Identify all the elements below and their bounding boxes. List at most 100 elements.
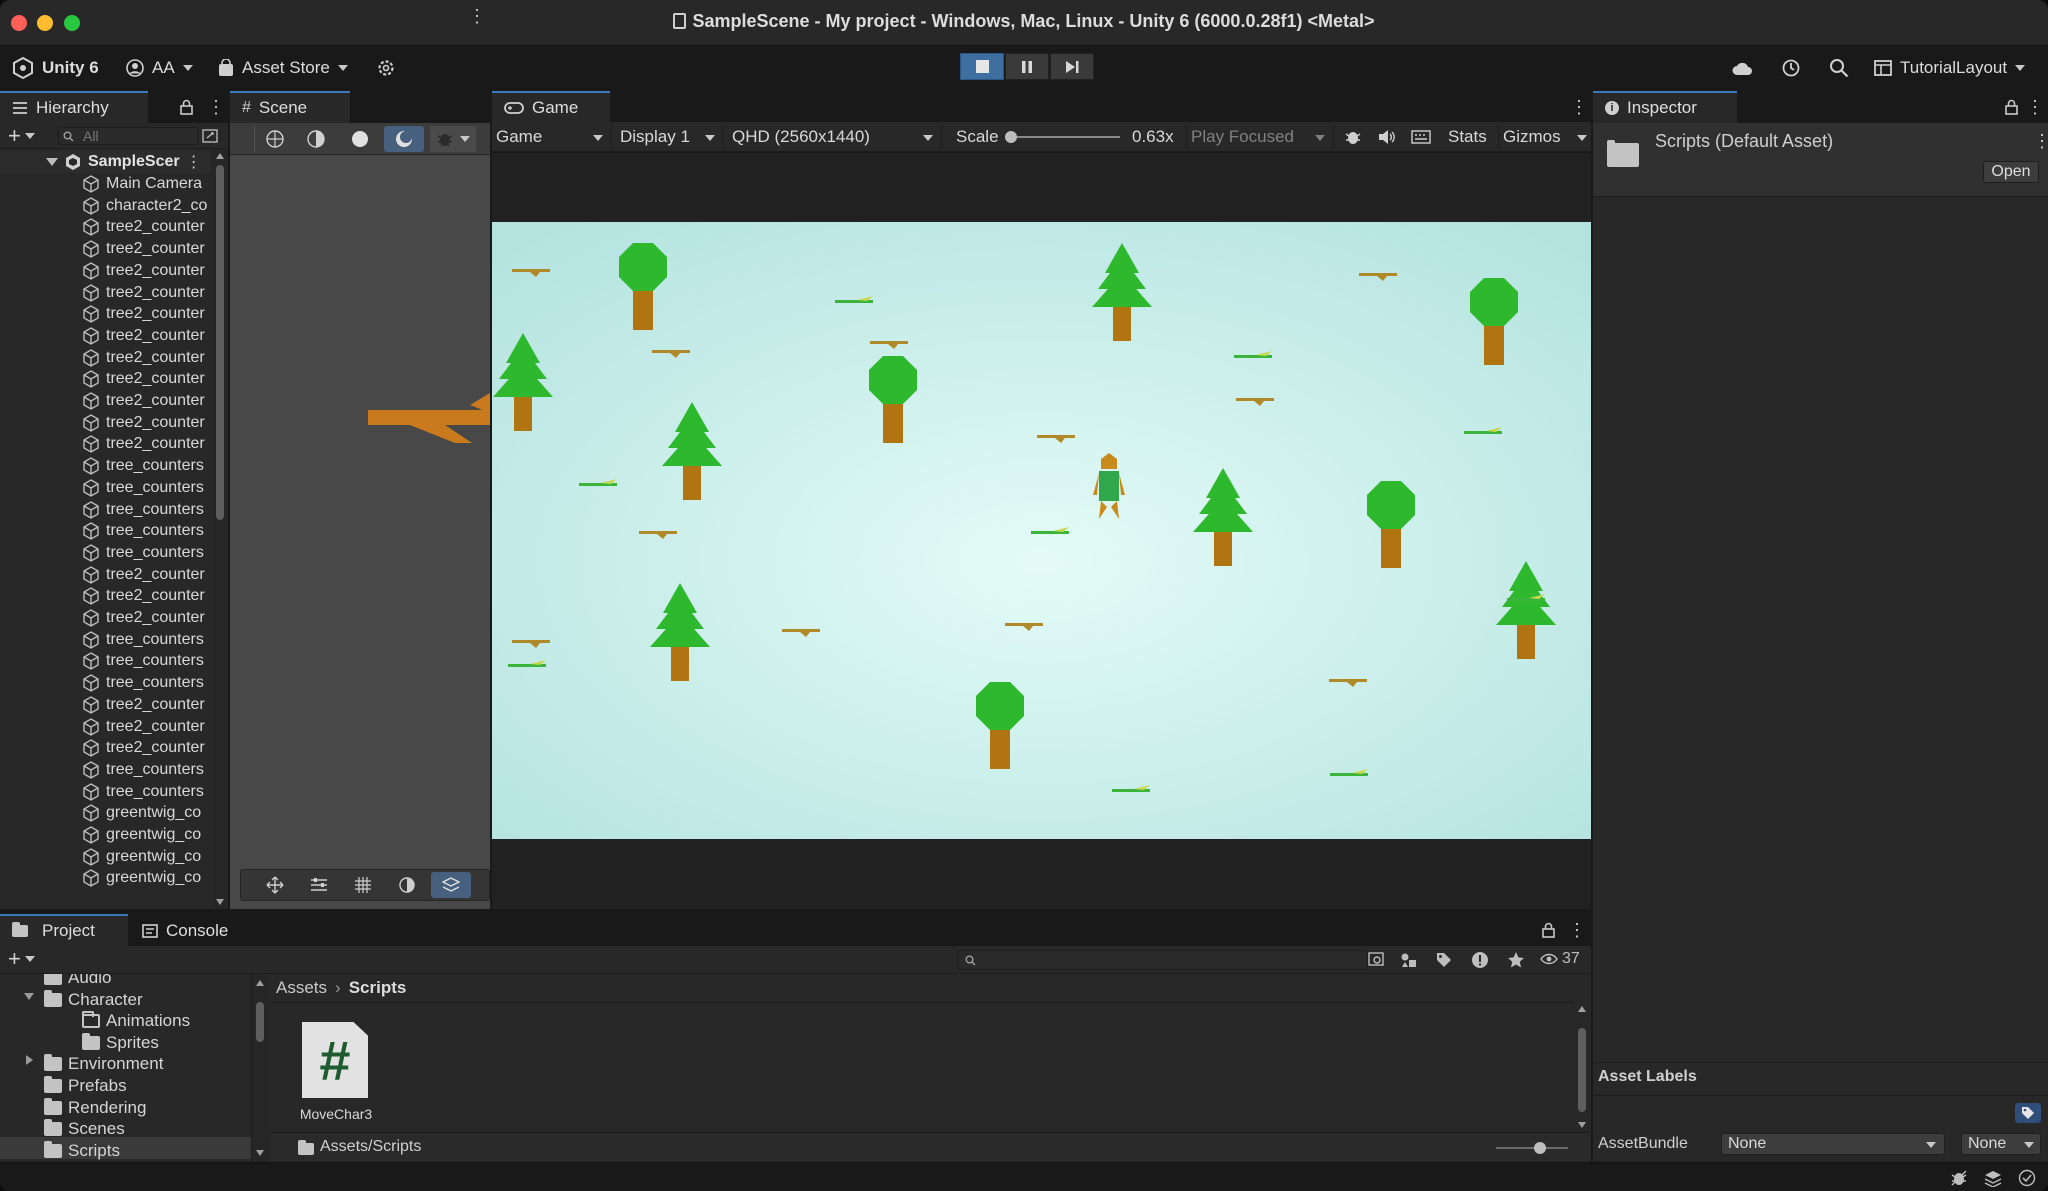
check-circle-icon[interactable] [2018, 1169, 2036, 1187]
grid-toggle[interactable] [343, 872, 383, 898]
hierarchy-item[interactable]: tree_counters [0, 520, 210, 542]
search-scope-icon[interactable] [1368, 952, 1386, 968]
play-stop-button[interactable] [960, 53, 1004, 80]
filter-by-label-icon[interactable] [1436, 952, 1452, 968]
hierarchy-scene-row[interactable]: SampleScer ⋮ [0, 151, 210, 173]
hierarchy-item[interactable]: tree2_counter [0, 694, 210, 716]
assetbundle-variant-select[interactable]: None [1961, 1133, 2041, 1155]
hierarchy-item[interactable]: tree2_counter [0, 433, 210, 455]
settings-button[interactable] [376, 54, 396, 82]
tab-inspector[interactable]: i Inspector [1593, 91, 1737, 123]
hierarchy-item[interactable]: tree2_counter [0, 260, 210, 282]
scroll-down-icon[interactable] [216, 899, 224, 905]
project-folder-item[interactable]: Rendering [0, 1094, 251, 1117]
hierarchy-item[interactable]: tree_counters [0, 650, 210, 672]
create-button[interactable]: + [8, 125, 35, 147]
filter-by-type-icon[interactable] [1400, 952, 1418, 968]
scale-slider[interactable] [1005, 131, 1120, 143]
project-folder-item[interactable]: Audio [0, 974, 251, 987]
hierarchy-item[interactable]: tree2_counter [0, 325, 210, 347]
scroll-up-icon[interactable] [216, 153, 224, 159]
snap-settings[interactable] [299, 872, 339, 898]
star-icon[interactable] [1507, 951, 1525, 969]
hierarchy-item[interactable]: tree_counters [0, 672, 210, 694]
game-debug-button[interactable] [1338, 124, 1368, 150]
asset-store-dropdown[interactable]: Asset Store [218, 54, 348, 82]
gizmos-button[interactable]: Gizmos [1498, 125, 1591, 149]
breadcrumb-scripts[interactable]: Scripts [349, 978, 407, 998]
project-folder-item[interactable]: Sprites [0, 1029, 251, 1052]
scene-menu-icon[interactable]: ⋮ [186, 152, 202, 172]
scene-shading-unlit[interactable] [384, 126, 424, 152]
lock-icon[interactable] [2005, 99, 2018, 115]
tab-hierarchy[interactable]: Hierarchy [0, 91, 148, 123]
lock-icon[interactable] [180, 99, 193, 115]
hierarchy-item[interactable]: tree2_counter [0, 238, 210, 260]
inspector-menu-button[interactable]: ⋮ [2026, 97, 2044, 117]
scene-shading-wire[interactable] [296, 126, 336, 152]
hierarchy-item[interactable]: tree2_counter [0, 607, 210, 629]
history-button[interactable] [1781, 54, 1801, 82]
hierarchy-search-field[interactable]: All [58, 127, 198, 145]
scene-debug-button[interactable] [430, 126, 476, 152]
project-grid-scrollbar[interactable] [1574, 1004, 1590, 1130]
tab-console[interactable]: Console [130, 914, 250, 946]
resolution-select[interactable]: QHD (2560x1440) [728, 125, 942, 149]
tab-game[interactable]: Game [492, 91, 610, 123]
project-menu-button[interactable]: ⋮ [1568, 920, 1586, 940]
game-view-select[interactable]: Game [492, 125, 612, 149]
hidden-packages-toggle[interactable]: 37 [1540, 950, 1580, 968]
scroll-up-icon[interactable] [256, 980, 264, 986]
assetbundle-select[interactable]: None [1721, 1133, 1945, 1155]
scroll-down-icon[interactable] [1578, 1122, 1586, 1128]
hierarchy-item[interactable]: greentwig_co [0, 802, 210, 824]
hierarchy-item[interactable]: tree2_counter [0, 737, 210, 759]
hierarchy-item[interactable]: tree2_counter [0, 303, 210, 325]
hierarchy-scroll-thumb[interactable] [216, 165, 224, 520]
project-folder-item[interactable]: Environment [0, 1050, 251, 1073]
stats-button[interactable]: Stats [1444, 125, 1494, 149]
project-tree-scroll-thumb[interactable] [256, 1002, 264, 1042]
hierarchy-item[interactable]: Main Camera [0, 173, 210, 195]
icon-size-slider[interactable] [1496, 1142, 1568, 1154]
game-menu-button[interactable]: ⋮ [1570, 97, 1588, 117]
icon-size-slider-thumb[interactable] [1534, 1142, 1546, 1154]
asset-menu-button[interactable]: ⋮ [2033, 131, 2048, 151]
hierarchy-item[interactable]: greentwig_co [0, 846, 210, 868]
scroll-down-icon[interactable] [256, 1150, 264, 1156]
hierarchy-item[interactable]: tree2_counter [0, 282, 210, 304]
account-dropdown[interactable]: AA [126, 54, 193, 82]
view-2d-toggle[interactable] [431, 872, 471, 898]
open-button[interactable]: Open [1983, 161, 2039, 183]
hierarchy-item[interactable]: tree2_counter [0, 585, 210, 607]
display-select[interactable]: Display 1 [616, 125, 724, 149]
hierarchy-item[interactable]: character2_co [0, 195, 210, 217]
hierarchy-item[interactable]: tree_counters [0, 759, 210, 781]
hierarchy-item[interactable]: tree2_counter [0, 390, 210, 412]
hierarchy-menu-button[interactable]: ⋮ [207, 97, 225, 117]
project-search-field[interactable] [958, 950, 1368, 970]
layout-dropdown[interactable]: TutorialLayout [1874, 54, 2026, 82]
scene-shading-shaded[interactable] [340, 126, 380, 152]
pause-button[interactable] [1005, 53, 1049, 80]
hierarchy-item[interactable]: tree_counters [0, 477, 210, 499]
filter-by-log-type-icon[interactable] [1471, 951, 1489, 969]
tab-scene[interactable]: # Scene [230, 91, 350, 123]
hierarchy-item[interactable]: tree_counters [0, 455, 210, 477]
hierarchy-item[interactable]: tree2_counter [0, 216, 210, 238]
hierarchy-item[interactable]: greentwig_co [0, 824, 210, 846]
scene-menu-button[interactable]: ⋮ [468, 6, 486, 26]
hierarchy-item[interactable]: tree_counters [0, 629, 210, 651]
play-mode-select[interactable]: Play Focused [1186, 125, 1334, 149]
scene-view-canvas[interactable] [230, 155, 490, 875]
collapse-arrow-icon[interactable] [26, 1055, 33, 1066]
hierarchy-item[interactable]: tree_counters [0, 781, 210, 803]
scene-2d-toggle[interactable] [254, 126, 294, 152]
search-button[interactable] [1829, 54, 1849, 82]
lighting-toggle[interactable] [387, 872, 427, 898]
unity-account-button[interactable]: Unity 6 [12, 54, 99, 82]
add-label-button[interactable] [2015, 1103, 2041, 1123]
breadcrumb-assets[interactable]: Assets [276, 978, 327, 998]
move-tool[interactable] [255, 872, 295, 898]
mute-audio-button[interactable] [1372, 124, 1402, 150]
